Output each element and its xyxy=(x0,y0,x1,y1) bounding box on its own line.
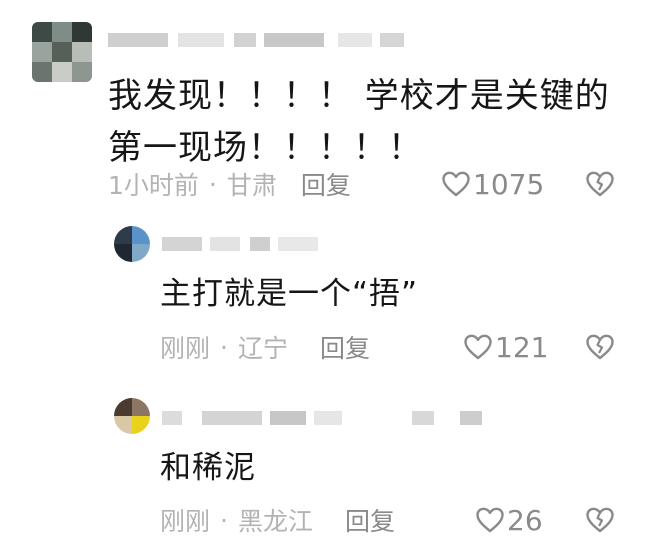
comment-location: 黑龙江 xyxy=(237,507,313,536)
like-count: 1075 xyxy=(473,167,545,201)
separator-dot: · xyxy=(220,505,228,535)
broken-heart-icon xyxy=(586,171,614,197)
dislike-button[interactable] xyxy=(585,333,615,365)
like-count: 26 xyxy=(507,503,543,537)
avatar[interactable] xyxy=(32,22,92,82)
like-button[interactable]: 1075 xyxy=(441,167,544,201)
like-button[interactable]: 121 xyxy=(463,330,548,364)
dislike-button[interactable] xyxy=(585,170,615,202)
comment-text: 和稀泥 xyxy=(160,448,256,488)
reply-button[interactable]: 回复 xyxy=(301,166,351,202)
broken-heart-icon xyxy=(586,507,614,533)
comment-text-line: 和稀泥 xyxy=(160,450,256,486)
avatar[interactable] xyxy=(114,226,150,262)
comment-location: 辽宁 xyxy=(237,334,288,363)
separator-dot: · xyxy=(208,169,217,199)
dislike-button[interactable] xyxy=(585,506,615,538)
comment-meta: 1小时前 · 甘肃 回复 xyxy=(108,167,351,201)
reply-button[interactable]: 回复 xyxy=(320,329,370,365)
comment-text: 主打就是一个“捂” xyxy=(160,274,418,314)
username-redacted[interactable] xyxy=(162,234,342,256)
heart-outline-icon xyxy=(442,171,470,197)
username-redacted[interactable] xyxy=(108,30,408,52)
comment-time: 刚刚 xyxy=(160,507,211,536)
comment-meta: 刚刚 · 辽宁 回复 xyxy=(160,330,370,364)
heart-outline-icon xyxy=(476,507,504,533)
like-button[interactable]: 26 xyxy=(475,503,543,537)
broken-heart-icon xyxy=(586,334,614,360)
comment-text: 我发现！！！！ 学校才是关键的 第一现场！！！！！ xyxy=(108,70,610,174)
comment-location: 甘肃 xyxy=(226,171,277,200)
heart-outline-icon xyxy=(464,334,492,360)
like-count: 121 xyxy=(495,330,549,364)
comment-time: 1小时前 xyxy=(108,171,199,200)
comment-text-line: 我发现！！！！ 学校才是关键的 xyxy=(108,76,610,116)
separator-dot: · xyxy=(220,332,228,362)
comment-text-line: 主打就是一个“捂” xyxy=(160,276,419,312)
comment-meta: 刚刚 · 黑龙江 回复 xyxy=(160,503,395,537)
avatar[interactable] xyxy=(114,398,150,434)
comment-time: 刚刚 xyxy=(160,334,211,363)
comment-list: 我发现！！！！ 学校才是关键的 第一现场！！！！！ 1小时前 · 甘肃 回复 1… xyxy=(0,0,650,548)
username-redacted[interactable] xyxy=(162,408,492,430)
reply-button[interactable]: 回复 xyxy=(345,502,395,538)
